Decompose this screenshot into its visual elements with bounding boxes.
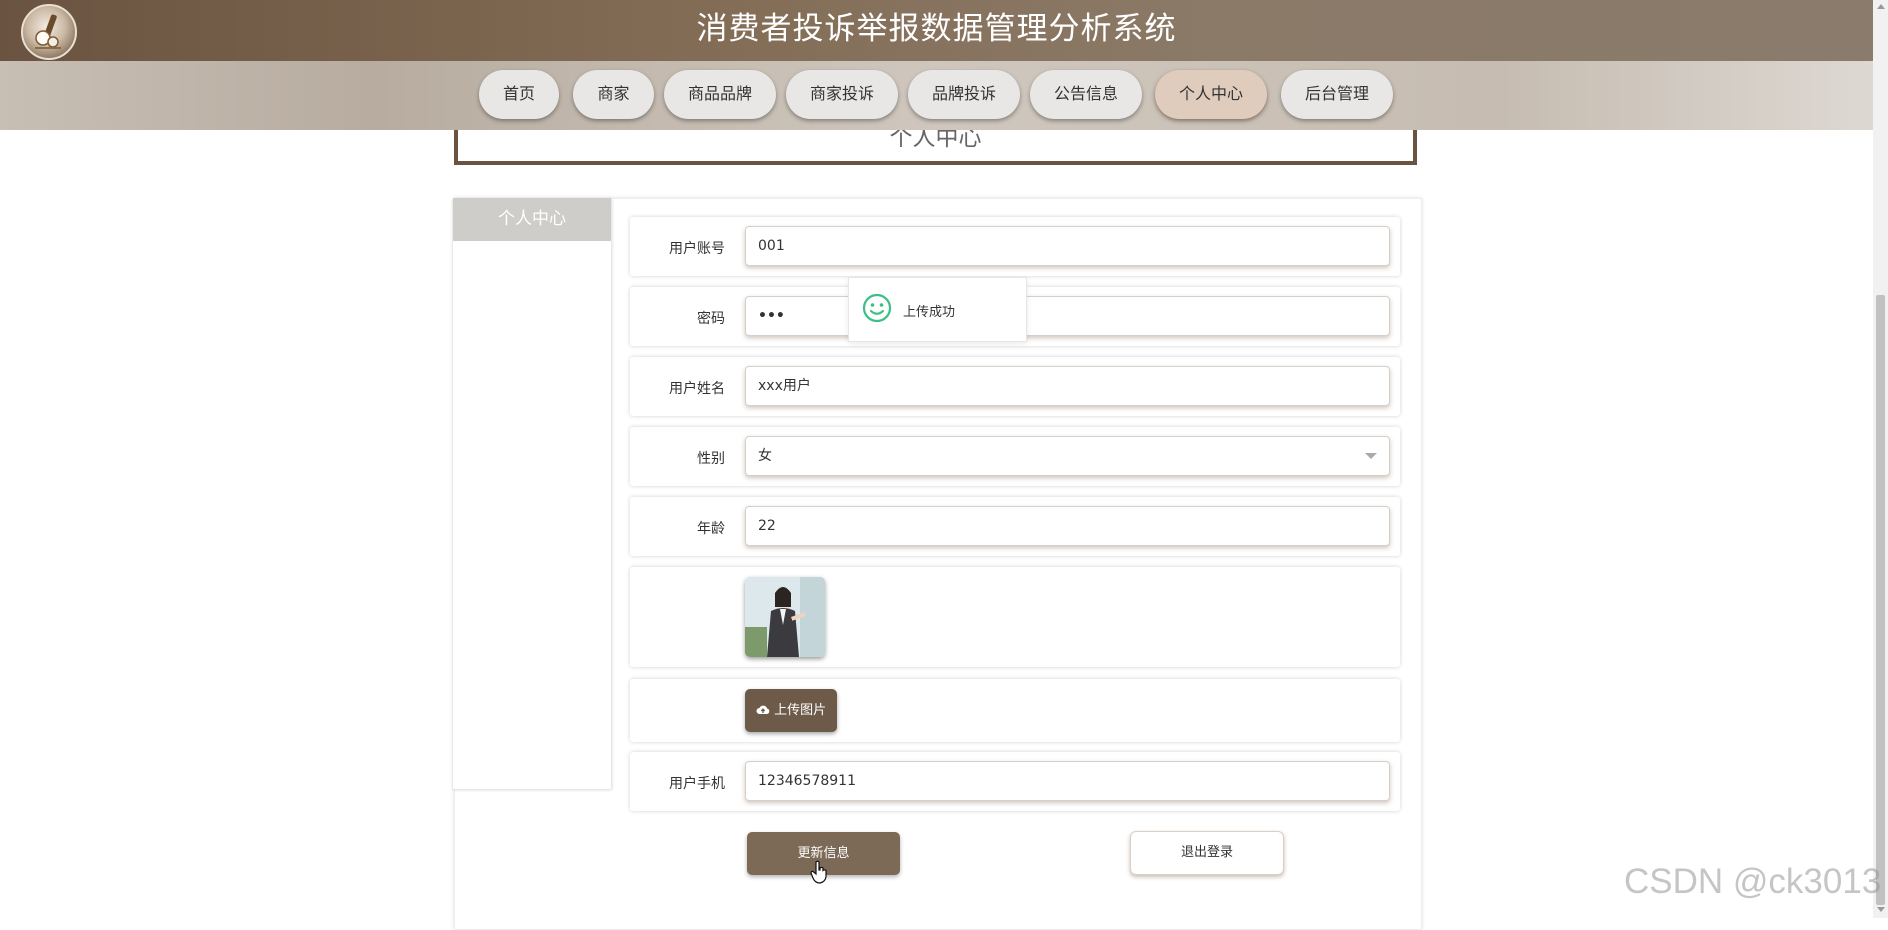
sidebar-item-personal-center[interactable]: 个人中心 (453, 198, 611, 241)
gender-label: 性别 (697, 451, 725, 467)
nav-item-merchant-complaints[interactable]: 商家投诉 (786, 70, 898, 119)
form-row-age: 年龄 22 (630, 497, 1400, 556)
watermark: CSDN @ck3013 (1624, 862, 1882, 901)
main-nav: 首页 商家 商品品牌 商家投诉 品牌投诉 公告信息 个人中心 后台管理 (0, 61, 1873, 130)
scroll-down-icon[interactable] (1877, 907, 1885, 912)
nav-item-home[interactable]: 首页 (479, 70, 559, 119)
name-field[interactable]: xxx用户 (745, 366, 1390, 406)
gender-select[interactable]: 女 (745, 436, 1390, 476)
success-toast: 上传成功 (848, 277, 1027, 342)
site-title: 消费者投诉举报数据管理分析系统 (696, 11, 1177, 47)
nav-item-brand-complaints[interactable]: 品牌投诉 (908, 70, 1020, 119)
nav-item-announcements[interactable]: 公告信息 (1030, 70, 1142, 119)
nav-item-personal-center[interactable]: 个人中心 (1155, 70, 1267, 119)
cloud-upload-icon (756, 705, 770, 714)
phone-field[interactable]: 12346578911 (745, 761, 1390, 801)
form-row-account: 用户账号 001 (630, 217, 1400, 276)
account-field[interactable]: 001 (745, 226, 1390, 266)
form-row-phone: 用户手机 12346578911 (630, 752, 1400, 811)
top-header: 消费者投诉举报数据管理分析系统 (0, 0, 1873, 61)
name-label: 用户姓名 (669, 381, 725, 397)
password-label: 密码 (697, 311, 725, 327)
scroll-thumb[interactable] (1876, 295, 1885, 905)
account-label: 用户账号 (669, 241, 725, 257)
logout-button[interactable]: 退出登录 (1130, 831, 1284, 875)
form-row-avatar (630, 567, 1400, 667)
nav-item-merchants[interactable]: 商家 (573, 70, 654, 119)
phone-label: 用户手机 (669, 776, 725, 792)
upload-image-label: 上传图片 (774, 703, 827, 718)
sidebar: 个人中心 (453, 198, 612, 789)
form-row-upload: 上传图片 (630, 679, 1400, 742)
password-field[interactable]: ••• (745, 296, 1390, 336)
nav-item-brands[interactable]: 商品品牌 (664, 70, 776, 119)
nav-item-admin[interactable]: 后台管理 (1281, 70, 1393, 119)
age-label: 年龄 (697, 521, 725, 537)
form-row-gender: 性别 女 (630, 427, 1400, 486)
form-row-name: 用户姓名 xxx用户 (630, 357, 1400, 416)
upload-image-button[interactable]: 上传图片 (745, 689, 837, 732)
hand-cursor-icon (810, 860, 827, 884)
toast-message: 上传成功 (903, 305, 956, 320)
page-scrollbar[interactable] (1873, 0, 1888, 918)
chevron-down-icon[interactable] (1365, 453, 1377, 459)
gender-value: 女 (758, 448, 772, 464)
smile-icon (862, 293, 892, 323)
avatar-image (745, 577, 825, 657)
avatar-photo (745, 577, 825, 657)
age-field[interactable]: 22 (745, 506, 1390, 546)
scroll-up-icon[interactable] (1877, 4, 1885, 9)
